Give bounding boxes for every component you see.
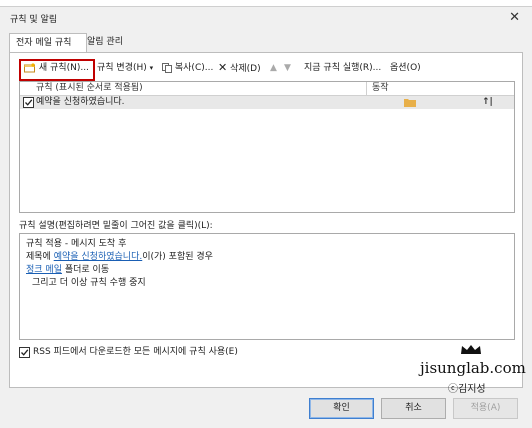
junk-folder-link[interactable]: 정크 메일 <box>26 265 62 275</box>
watermark-author: ⓒ김지성 <box>448 384 486 395</box>
rules-list[interactable]: 규칙 (표시된 순서로 적용됨) 동작 예약을 신청하였습니다. ↑| <box>19 81 515 213</box>
rules-panel: 새 규칙(N)... 규칙 변경(H) ▾ 복사(C)... ✕ 삭제(D) ▲… <box>9 52 526 395</box>
description-line: 규칙 적용 - 메시지 도착 후 <box>26 239 127 249</box>
delete-icon: ✕ <box>218 61 228 74</box>
cancel-button[interactable]: 취소 <box>381 398 446 419</box>
rss-label: RSS 피드에서 다운로드한 모든 메시지에 규칙 사용(E) <box>33 347 238 357</box>
copy-label: 복사(C)... <box>174 63 214 73</box>
rules-list-header: 규칙 (표시된 순서로 적용됨) 동작 <box>20 82 514 96</box>
checkmark-icon <box>25 99 33 106</box>
caret-down-icon: ▾ <box>149 64 154 72</box>
column-rule[interactable]: 규칙 (표시된 순서로 적용됨) <box>36 82 143 95</box>
move-down-icon[interactable]: ▼ <box>284 60 291 76</box>
ok-button[interactable]: 확인 <box>309 398 374 419</box>
condition-prefix: 제목에 <box>26 252 54 262</box>
window-title: 규칙 및 알림 <box>10 15 58 25</box>
stop-processing-icon: ↑| <box>482 97 493 107</box>
new-rule-label: 새 규칙(N)... <box>38 63 89 73</box>
watermark-site: jisunglab.com <box>420 359 526 377</box>
rule-row[interactable]: 예약을 신청하였습니다. ↑| <box>20 96 514 109</box>
move-to-folder-text: 폴더로 이동 <box>61 265 110 275</box>
copy-button[interactable]: 복사(C)... <box>162 60 213 76</box>
subject-words-link[interactable]: 예약을 신청하였습니다. <box>54 252 143 262</box>
rules-toolbar: 새 규칙(N)... 규칙 변경(H) ▾ 복사(C)... ✕ 삭제(D) ▲… <box>16 57 516 81</box>
delete-label: 삭제(D) <box>230 64 261 74</box>
description-line: 그리고 더 이상 규칙 수행 중지 <box>32 278 146 288</box>
change-rule-button[interactable]: 규칙 변경(H) ▾ <box>97 60 153 76</box>
checkmark-icon <box>21 349 29 356</box>
rule-enabled-checkbox[interactable] <box>23 97 34 108</box>
move-up-icon[interactable]: ▲ <box>270 60 277 76</box>
apply-button[interactable]: 적용(A) <box>453 398 518 419</box>
rss-checkbox[interactable] <box>19 347 30 358</box>
title-bar: 규칙 및 알림 ✕ <box>0 7 532 31</box>
condition-suffix: 이(가) 포함된 경우 <box>142 252 213 262</box>
options-button[interactable]: 옵션(O) <box>390 60 421 76</box>
description-label: 규칙 설명(편집하려면 밑줄이 그어진 값을 클릭)(L): <box>19 221 213 231</box>
column-action[interactable]: 동작 <box>372 82 389 95</box>
description-line: 제목에 예약을 신청하였습니다.이(가) 포함된 경우 <box>26 251 213 264</box>
rss-rules-option[interactable]: RSS 피드에서 다운로드한 모든 메시지에 규칙 사용(E) <box>19 346 238 359</box>
crown-icon <box>461 345 481 354</box>
copy-icon <box>162 62 172 73</box>
new-rule-icon <box>24 62 35 72</box>
tab-manage-alerts[interactable]: 알림 관리 <box>81 33 141 51</box>
run-rules-now-button[interactable]: 지금 규칙 실행(R)... <box>304 60 381 76</box>
folder-icon <box>404 98 416 110</box>
rule-name: 예약을 신청하였습니다. <box>36 97 125 107</box>
new-rule-button[interactable]: 새 규칙(N)... <box>24 60 89 76</box>
tab-email-rules[interactable]: 전자 메일 규칙 <box>9 33 87 53</box>
description-line: 정크 메일 폴더로 이동 <box>26 264 109 277</box>
close-icon[interactable]: ✕ <box>509 10 520 25</box>
delete-button[interactable]: ✕ 삭제(D) <box>218 60 261 76</box>
background-window-strip <box>0 0 532 7</box>
column-divider <box>366 82 367 95</box>
rule-description-box: 규칙 적용 - 메시지 도착 후 제목에 예약을 신청하였습니다.이(가) 포함… <box>19 233 515 340</box>
change-rule-label: 규칙 변경(H) <box>97 63 147 73</box>
